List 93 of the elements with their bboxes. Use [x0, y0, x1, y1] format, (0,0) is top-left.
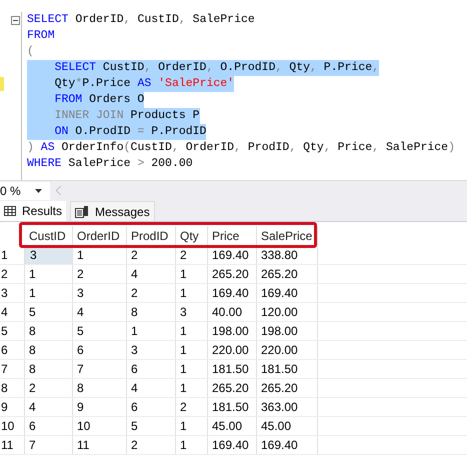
table-cell: 181.50 — [208, 360, 257, 378]
table-cell: 45.00 — [208, 417, 257, 435]
code-line: WHERE SalePrice > 200.00 — [27, 156, 193, 172]
code-line: ) AS OrderInfo(CustID, OrderID, ProdID, Qty, Price, SalePrice) — [27, 140, 455, 156]
table-cell: 11 — [73, 436, 127, 454]
table-cell: 2 — [25, 379, 73, 397]
table-cell: 169.40 — [208, 436, 257, 454]
row-number[interactable]: 2 — [0, 265, 25, 283]
table-cell: 1 — [176, 379, 208, 397]
table-cell: 7 — [25, 436, 73, 454]
table-cell: 2 — [127, 284, 176, 302]
column-header[interactable]: Qty — [176, 226, 208, 246]
table-cell: 2 — [127, 436, 176, 454]
table-cell: 9 — [73, 398, 127, 416]
table-cell: 8 — [25, 322, 73, 340]
table-cell: 5 — [73, 322, 127, 340]
table-cell: 265.20 — [257, 379, 318, 397]
table-cell: 181.50 — [257, 360, 318, 378]
table-cell: 8 — [25, 360, 73, 378]
table-cell: 2 — [127, 246, 176, 264]
column-header[interactable]: CustID — [25, 226, 73, 246]
table-cell: 3 — [127, 341, 176, 359]
table-cell: 1 — [176, 284, 208, 302]
table-cell: 5 — [127, 417, 176, 435]
table-cell: 1 — [176, 360, 208, 378]
table-cell: 4 — [73, 303, 127, 321]
row-number[interactable]: 9 — [0, 398, 25, 416]
results-tab[interactable]: Results — [0, 201, 66, 221]
collapse-icon[interactable] — [11, 16, 20, 25]
table-cell: 1 — [25, 284, 73, 302]
table-cell: 363.00 — [257, 398, 318, 416]
table-cell: 2 — [176, 246, 208, 264]
caret-icon — [34, 188, 42, 192]
table-cell: 1 — [127, 322, 176, 340]
code-line: FROM — [27, 28, 55, 44]
table-cell: 220.00 — [208, 341, 257, 359]
table-cell: 4 — [127, 265, 176, 283]
table-cell: 198.00 — [257, 322, 318, 340]
table-cell: 8 — [25, 341, 73, 359]
table-cell: 169.40 — [257, 436, 318, 454]
table-cell: 6 — [25, 417, 73, 435]
column-header[interactable]: SalePrice — [257, 226, 318, 246]
message-icon — [75, 206, 90, 218]
row-number[interactable]: 8 — [0, 379, 25, 397]
table-cell: 1 — [176, 322, 208, 340]
table-cell: 120.00 — [257, 303, 318, 321]
table-cell: 220.00 — [257, 341, 318, 359]
row-number[interactable]: 5 — [0, 322, 25, 340]
table-cell: 4 — [127, 379, 176, 397]
table-cell: 7 — [73, 360, 127, 378]
table-cell: 8 — [127, 303, 176, 321]
table-cell: 4 — [25, 398, 73, 416]
table-cell: 40.00 — [208, 303, 257, 321]
results-tab[interactable]: Messages — [70, 201, 155, 221]
row-number[interactable]: 10 — [0, 417, 25, 435]
table-cell: 8 — [73, 379, 127, 397]
table-cell: 265.20 — [208, 265, 257, 283]
table-cell: 5 — [25, 303, 73, 321]
table-cell: 1 — [25, 265, 73, 283]
table-cell: 1 — [176, 436, 208, 454]
table-cell: 169.40 — [257, 284, 318, 302]
table-cell: 6 — [127, 360, 176, 378]
table-cell: 265.20 — [257, 265, 318, 283]
table-cell: 3 — [176, 303, 208, 321]
table-cell: 169.40 — [208, 284, 257, 302]
row-number[interactable]: 6 — [0, 341, 25, 359]
column-header[interactable]: OrderID — [73, 226, 127, 246]
table-cell: 1 — [176, 265, 208, 283]
table-cell: 338.80 — [257, 246, 318, 264]
table-cell: 1 — [73, 246, 127, 264]
table-cell: 181.50 — [208, 398, 257, 416]
table-cell: 2 — [176, 398, 208, 416]
table-cell: 3 — [73, 284, 127, 302]
table-cell: 198.00 — [208, 322, 257, 340]
grid-icon — [4, 206, 16, 216]
code-line: SELECT OrderID, CustID, SalePrice — [27, 12, 255, 28]
table-cell: 10 — [73, 417, 127, 435]
column-header[interactable]: Price — [208, 226, 257, 246]
table-cell: 45.00 — [257, 417, 318, 435]
zoom-dropdown[interactable]: 0 % — [0, 182, 50, 200]
table-cell: 6 — [73, 341, 127, 359]
table-cell: 1 — [176, 341, 208, 359]
row-number[interactable]: 7 — [0, 360, 25, 378]
table-cell: 1 — [176, 417, 208, 435]
row-number[interactable]: 4 — [0, 303, 25, 321]
code-line: ( — [27, 44, 34, 60]
table-cell: 265.20 — [208, 379, 257, 397]
table-cell: 169.40 — [208, 246, 257, 264]
row-number[interactable]: 11 — [0, 436, 25, 454]
row-number[interactable]: 3 — [0, 284, 25, 302]
table-cell: 6 — [127, 398, 176, 416]
table-cell: 2 — [73, 265, 127, 283]
column-header[interactable]: ProdID — [127, 226, 176, 246]
